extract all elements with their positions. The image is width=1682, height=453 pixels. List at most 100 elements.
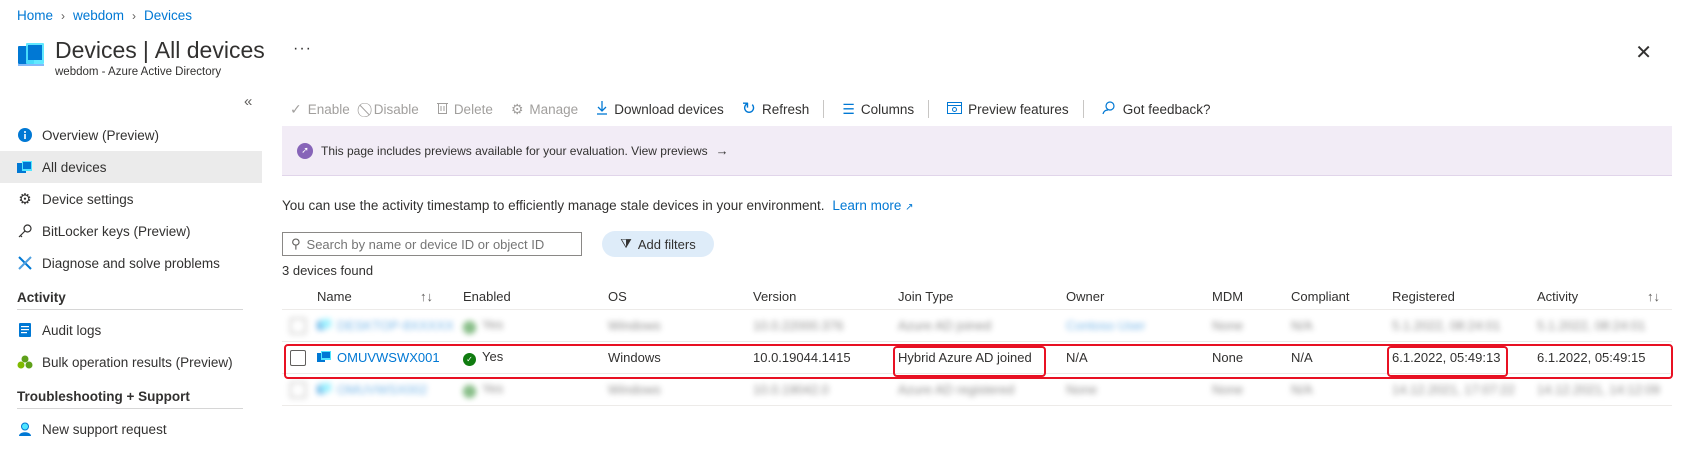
enable-button[interactable]: ✓ Enable	[290, 101, 350, 118]
enabled-cell: ✓ Yes	[463, 381, 503, 398]
column-header-os[interactable]: OS	[608, 289, 627, 304]
version-cell: 10.0.22000.376	[753, 318, 844, 333]
columns-icon: ☰	[842, 100, 855, 117]
column-header-enabled[interactable]: Enabled	[463, 289, 511, 304]
sidebar-item-label: Bulk operation results (Preview)	[42, 354, 233, 370]
device-name-link[interactable]: OMUVWSWX001	[317, 350, 440, 365]
compliant-cell: N/A	[1291, 350, 1313, 365]
chevron-right-icon: ›	[132, 8, 137, 23]
column-header-owner[interactable]: Owner	[1066, 289, 1104, 304]
mdm-cell: None	[1212, 382, 1244, 397]
column-header-compliant[interactable]: Compliant	[1291, 289, 1350, 304]
owner-cell[interactable]: Contoso User	[1066, 318, 1145, 333]
page-subtitle: webdom - Azure Active Directory	[55, 66, 222, 78]
checkmark-circle-icon: ✓	[463, 385, 476, 398]
activity-cell: 6.1.2022, 05:49:15	[1537, 350, 1646, 365]
sidebar-item-audit-logs[interactable]: Audit logs	[0, 314, 262, 346]
feedback-icon	[1102, 100, 1117, 118]
sidebar-item-bitlocker[interactable]: BitLocker keys (Preview)	[0, 215, 262, 247]
arrow-right-icon: →	[715, 143, 729, 158]
preview-features-button[interactable]: Preview features	[947, 101, 1069, 117]
row-checkbox[interactable]	[290, 381, 306, 398]
compliant-cell: N/A	[1291, 382, 1313, 397]
sidebar-item-bulk-operations[interactable]: Bulk operation results (Preview)	[0, 346, 262, 378]
sidebar-item-label: Overview (Preview)	[42, 127, 160, 143]
checkmark-circle-icon: ✓	[463, 353, 476, 366]
info-icon	[17, 127, 33, 143]
trash-icon	[436, 101, 448, 117]
device-icon	[317, 319, 331, 330]
column-header-registered[interactable]: Registered	[1392, 289, 1455, 304]
wrench-icon	[17, 255, 33, 271]
search-input[interactable]	[306, 236, 567, 252]
checkmark-circle-icon: ✓	[463, 321, 476, 334]
sidebar-item-new-support-request[interactable]: New support request	[0, 413, 262, 445]
sidebar-item-label: New support request	[42, 421, 167, 437]
columns-button[interactable]: ☰ Columns	[842, 101, 914, 118]
key-icon	[17, 223, 33, 239]
divider	[17, 408, 243, 409]
registered-cell: 14.12.2021, 17:07:22	[1392, 382, 1515, 397]
sort-icon[interactable]: ↑↓	[420, 289, 433, 304]
disable-button[interactable]: ⃠Disable	[368, 101, 419, 118]
sidebar-item-device-settings[interactable]: ⚙ Device settings	[0, 183, 262, 215]
table-row[interactable]: OMUVWSWX001 ✓ Yes Windows 10.0.19044.1415…	[282, 342, 1672, 374]
sidebar: Overview (Preview) All devices ⚙ Device …	[0, 119, 262, 445]
breadcrumb-home[interactable]: Home	[17, 8, 53, 23]
checkmark-icon: ✓	[290, 100, 302, 117]
preview-features-icon	[947, 101, 963, 117]
divider	[823, 100, 825, 118]
column-header-join-type[interactable]: Join Type	[898, 289, 953, 304]
device-name-link[interactable]: OMUVWSX002	[317, 382, 427, 397]
row-checkbox[interactable]	[290, 317, 306, 334]
collapse-sidebar-icon[interactable]: «	[244, 93, 252, 110]
divider	[928, 100, 930, 118]
os-cell: Windows	[608, 318, 661, 333]
learn-more-link[interactable]: Learn more ↗	[832, 198, 913, 213]
sidebar-item-label: BitLocker keys (Preview)	[42, 223, 191, 239]
delete-button[interactable]: Delete	[436, 101, 493, 117]
preview-banner-text: This page includes previews available fo…	[321, 143, 708, 158]
enabled-cell: ✓ Yes	[463, 317, 503, 334]
breadcrumb-devices[interactable]: Devices	[144, 8, 192, 23]
devices-table: Name ↑↓ Enabled OS Version Join Type Own…	[282, 283, 1672, 406]
mdm-cell: None	[1212, 350, 1244, 365]
gear-icon: ⚙	[18, 191, 32, 208]
preview-banner[interactable]: ➚ This page includes previews available …	[282, 126, 1672, 176]
os-cell: Windows	[608, 350, 661, 365]
info-text: You can use the activity timestamp to ef…	[282, 198, 914, 213]
sort-icon[interactable]: ↑↓	[1647, 289, 1660, 304]
table-header: Name ↑↓ Enabled OS Version Join Type Own…	[282, 283, 1672, 310]
search-icon: ⚲	[291, 236, 301, 251]
column-header-name[interactable]: Name	[317, 289, 352, 304]
manage-button[interactable]: ⚙ Manage	[511, 101, 578, 118]
table-row[interactable]: OMUVWSX002 ✓ Yes Windows 10.0.19042.0 Azu…	[282, 374, 1672, 406]
breadcrumb: Home › webdom › Devices	[17, 8, 192, 23]
os-cell: Windows	[608, 382, 661, 397]
download-icon	[596, 100, 608, 118]
command-bar: ✓Enable ⃠Disable Delete ⚙Manage Download…	[290, 98, 1229, 120]
breadcrumb-tenant[interactable]: webdom	[73, 8, 124, 23]
sidebar-item-overview[interactable]: Overview (Preview)	[0, 119, 262, 151]
more-options-icon[interactable]: ···	[293, 40, 312, 58]
sidebar-item-diagnose[interactable]: Diagnose and solve problems	[0, 247, 262, 279]
sidebar-item-all-devices[interactable]: All devices	[0, 151, 262, 183]
compliant-cell: N/A	[1291, 318, 1313, 333]
refresh-button[interactable]: ↻ Refresh	[742, 99, 810, 119]
search-box[interactable]: ⚲	[282, 232, 582, 256]
download-devices-button[interactable]: Download devices	[596, 100, 724, 118]
device-name-link[interactable]: DESKTOP-8XXXXX	[317, 318, 454, 333]
add-filters-button[interactable]: ⧩ Add filters	[602, 231, 714, 257]
enabled-cell: ✓ Yes	[463, 349, 503, 366]
version-cell: 10.0.19044.1415	[753, 350, 851, 365]
table-row[interactable]: DESKTOP-8XXXXX ✓ Yes Windows 10.0.22000.3…	[282, 310, 1672, 342]
owner-cell: N/A	[1066, 350, 1088, 365]
feedback-button[interactable]: Got feedback?	[1102, 100, 1211, 118]
column-header-mdm[interactable]: MDM	[1212, 289, 1243, 304]
page-title: Devices | All devices	[55, 37, 265, 63]
row-checkbox[interactable]	[290, 349, 306, 366]
close-icon[interactable]: ✕	[1635, 40, 1652, 65]
column-header-activity[interactable]: Activity	[1537, 289, 1578, 304]
column-header-version[interactable]: Version	[753, 289, 796, 304]
sidebar-section-support: Troubleshooting + Support	[17, 389, 190, 404]
